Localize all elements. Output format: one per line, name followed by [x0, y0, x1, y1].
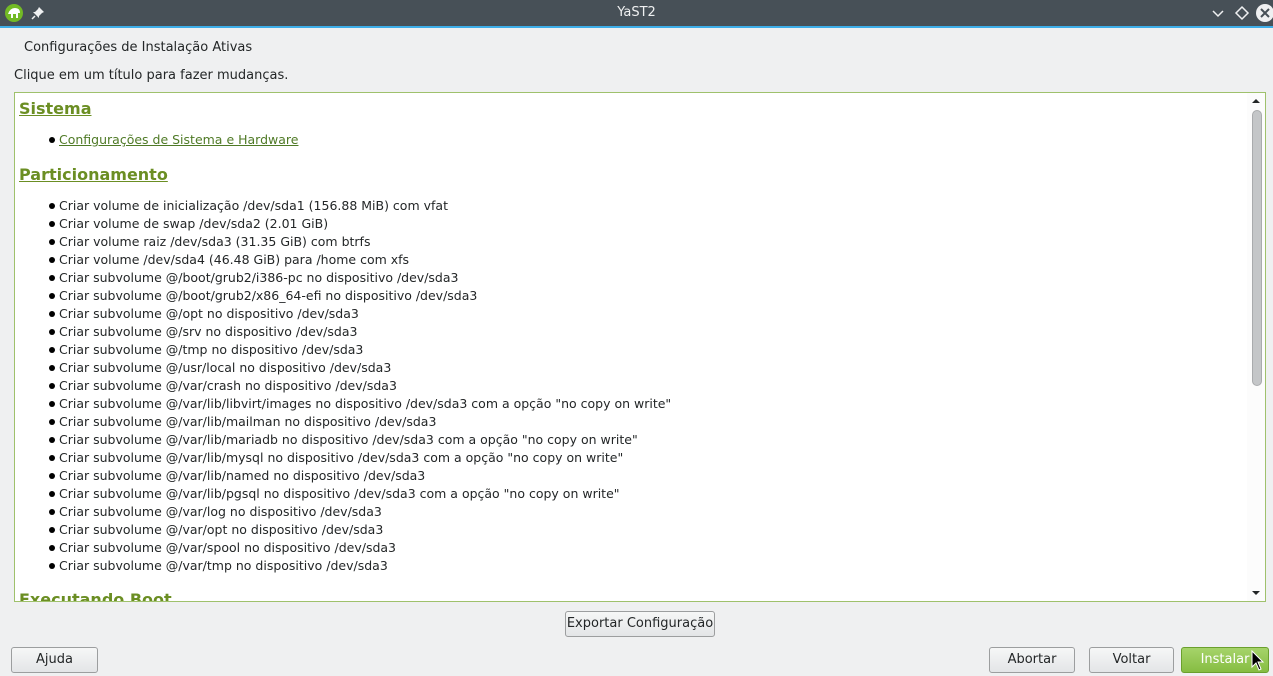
scrollbar-thumb[interactable]: [1252, 110, 1262, 386]
section-title-sistema[interactable]: Sistema: [19, 99, 92, 118]
list-item: Criar subvolume @/var/log no dispositivo…: [49, 503, 671, 521]
system-hardware-link[interactable]: Configurações de Sistema e Hardware: [59, 132, 298, 147]
section-title-executando-boot[interactable]: Executando Boot: [19, 590, 172, 601]
list-item: Criar subvolume @/var/lib/named no dispo…: [49, 467, 671, 485]
titlebar-accent-line: [0, 26, 1273, 28]
list-item: Criar subvolume @/var/opt no dispositivo…: [49, 521, 671, 539]
list-item: Criar subvolume @/tmp no dispositivo /de…: [49, 341, 671, 359]
close-icon[interactable]: [1255, 3, 1273, 23]
list-item: Criar subvolume @/opt no dispositivo /de…: [49, 305, 671, 323]
window-title: YaST2: [617, 5, 656, 20]
help-button[interactable]: Ajuda: [11, 647, 98, 673]
minimize-chevron-icon[interactable]: [1209, 4, 1227, 22]
mouse-cursor-icon: [1251, 650, 1265, 671]
list-item: Criar volume /dev/sda4 (46.48 GiB) para …: [49, 251, 671, 269]
page-heading: Configurações de Instalação Ativas: [24, 40, 253, 55]
list-item: Configurações de Sistema e Hardware: [49, 131, 298, 149]
list-item: Criar subvolume @/var/lib/mysql no dispo…: [49, 449, 671, 467]
installation-overview[interactable]: Sistema Configurações de Sistema e Hardw…: [14, 92, 1266, 602]
maximize-diamond-icon[interactable]: [1233, 4, 1251, 22]
section-title-particionamento[interactable]: Particionamento: [19, 165, 168, 184]
list-item: Criar subvolume @/usr/local no dispositi…: [49, 359, 671, 377]
export-configuration-button[interactable]: Exportar Configuração: [565, 611, 715, 637]
list-item: Criar subvolume @/var/lib/pgsql no dispo…: [49, 485, 671, 503]
particionamento-list: Criar volume de inicialização /dev/sda1 …: [49, 197, 671, 575]
vertical-scrollbar[interactable]: [1247, 93, 1265, 601]
scroll-down-arrow-icon[interactable]: [1251, 589, 1261, 597]
list-item: Criar volume de swap /dev/sda2 (2.01 GiB…: [49, 215, 671, 233]
list-item: Criar subvolume @/boot/grub2/x86_64-efi …: [49, 287, 671, 305]
list-item: Criar subvolume @/var/lib/mariadb no dis…: [49, 431, 671, 449]
list-item: Criar subvolume @/var/lib/libvirt/images…: [49, 395, 671, 413]
list-item: Criar subvolume @/var/crash no dispositi…: [49, 377, 671, 395]
list-item: Criar subvolume @/var/tmp no dispositivo…: [49, 557, 671, 575]
abort-button[interactable]: Abortar: [989, 647, 1075, 673]
list-item: Criar subvolume @/var/lib/mailman no dis…: [49, 413, 671, 431]
scroll-up-arrow-icon[interactable]: [1251, 97, 1261, 105]
page-hint: Clique em um título para fazer mudanças.: [14, 68, 289, 83]
sistema-list: Configurações de Sistema e Hardware: [49, 131, 298, 149]
list-item: Criar volume de inicialização /dev/sda1 …: [49, 197, 671, 215]
list-item: Criar subvolume @/srv no dispositivo /de…: [49, 323, 671, 341]
window-titlebar[interactable]: YaST2: [0, 0, 1273, 26]
list-item: Criar subvolume @/boot/grub2/i386-pc no …: [49, 269, 671, 287]
back-button[interactable]: Voltar: [1089, 647, 1174, 673]
list-item: Criar volume raiz /dev/sda3 (31.35 GiB) …: [49, 233, 671, 251]
list-item: Criar subvolume @/var/spool no dispositi…: [49, 539, 671, 557]
